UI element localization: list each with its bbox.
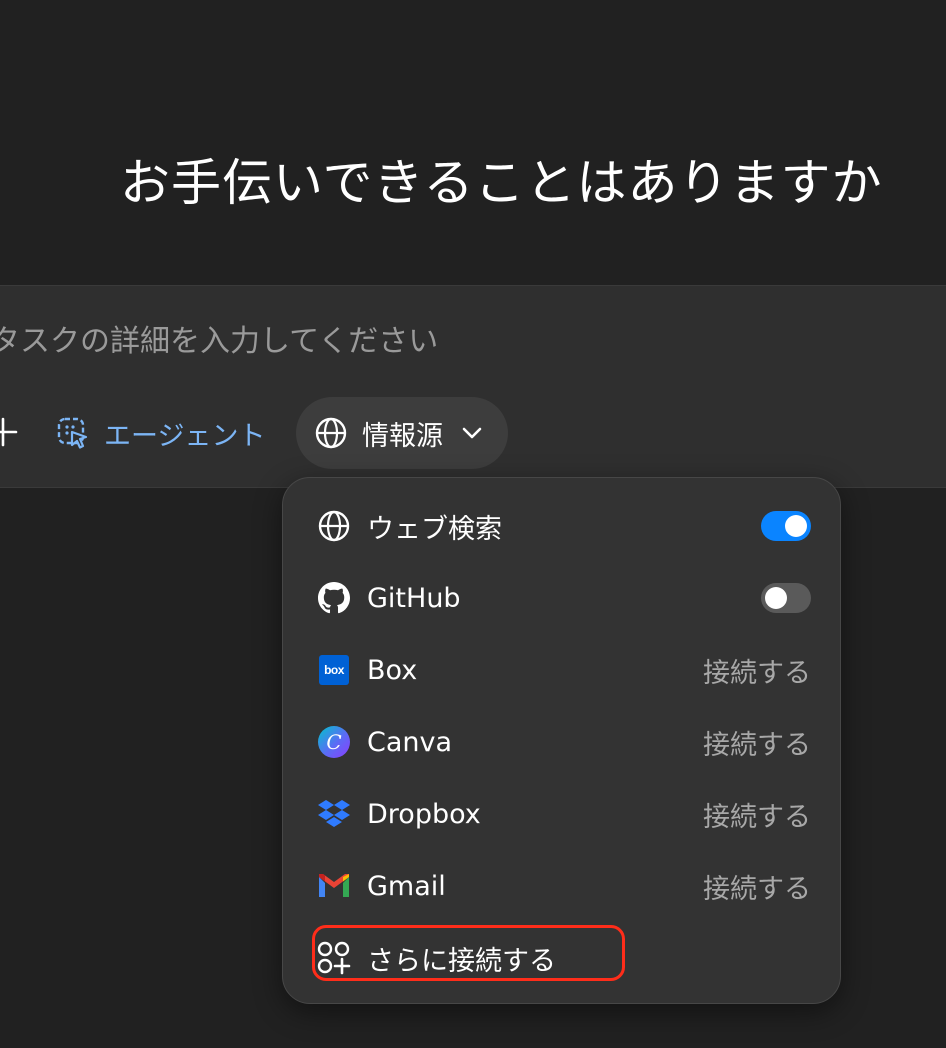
connect-button-dropbox[interactable]: 接続する <box>703 795 811 834</box>
menu-item-label: Dropbox <box>367 798 481 830</box>
menu-item-label: Box <box>367 654 418 686</box>
menu-item-label: ウェブ検索 <box>367 513 502 545</box>
menu-item-label: GitHub <box>367 582 461 614</box>
page-title: お手伝いできることはありますか <box>120 154 883 212</box>
web-search-toggle[interactable] <box>761 511 811 541</box>
chevron-down-icon <box>462 427 482 439</box>
menu-item-label: Gmail <box>367 870 446 902</box>
connect-button-gmail[interactable]: 接続する <box>703 867 811 906</box>
gmail-logo-icon <box>317 869 351 903</box>
globe-icon <box>317 509 351 543</box>
sources-label: 情報源 <box>362 420 443 452</box>
menu-item-box[interactable]: box Box 接続する <box>317 646 811 694</box>
dropbox-logo-icon <box>317 797 351 831</box>
connect-more-button[interactable]: さらに接続する <box>317 934 811 982</box>
menu-item-gmail[interactable]: Gmail 接続する <box>317 862 811 910</box>
connect-button-canva[interactable]: 接続する <box>703 723 811 762</box>
canva-logo-icon: C <box>317 725 351 759</box>
sources-dropdown-button[interactable]: 情報源 <box>296 397 508 469</box>
menu-item-github[interactable]: GitHub <box>317 574 811 622</box>
canva-logo-text: C <box>318 726 350 758</box>
plus-icon <box>0 417 18 447</box>
toggle-knob <box>765 587 787 609</box>
menu-item-web-search[interactable]: ウェブ検索 <box>317 502 811 550</box>
agent-cursor-icon <box>57 417 88 449</box>
sources-menu: ウェブ検索 GitHub box Box 接続する C Canva 接続する D… <box>282 477 841 1004</box>
menu-item-dropbox[interactable]: Dropbox 接続する <box>317 790 811 838</box>
globe-icon <box>315 417 347 449</box>
box-logo-icon: box <box>317 653 351 687</box>
apps-plus-icon <box>317 941 351 975</box>
page: お手伝いできることはありますか エージェント 情報源 <box>0 0 946 1048</box>
toggle-knob <box>785 515 807 537</box>
agent-button[interactable]: エージェント <box>56 410 265 456</box>
connect-button-box[interactable]: 接続する <box>703 651 811 690</box>
task-input[interactable] <box>0 318 692 364</box>
github-icon <box>317 581 351 615</box>
add-button[interactable] <box>0 412 22 452</box>
menu-item-label: Canva <box>367 726 453 758</box>
connect-more-label: さらに接続する <box>367 945 556 977</box>
menu-item-canva[interactable]: C Canva 接続する <box>317 718 811 766</box>
github-toggle[interactable] <box>761 583 811 613</box>
box-logo-text: box <box>319 655 349 685</box>
agent-label: エージェント <box>104 420 266 452</box>
